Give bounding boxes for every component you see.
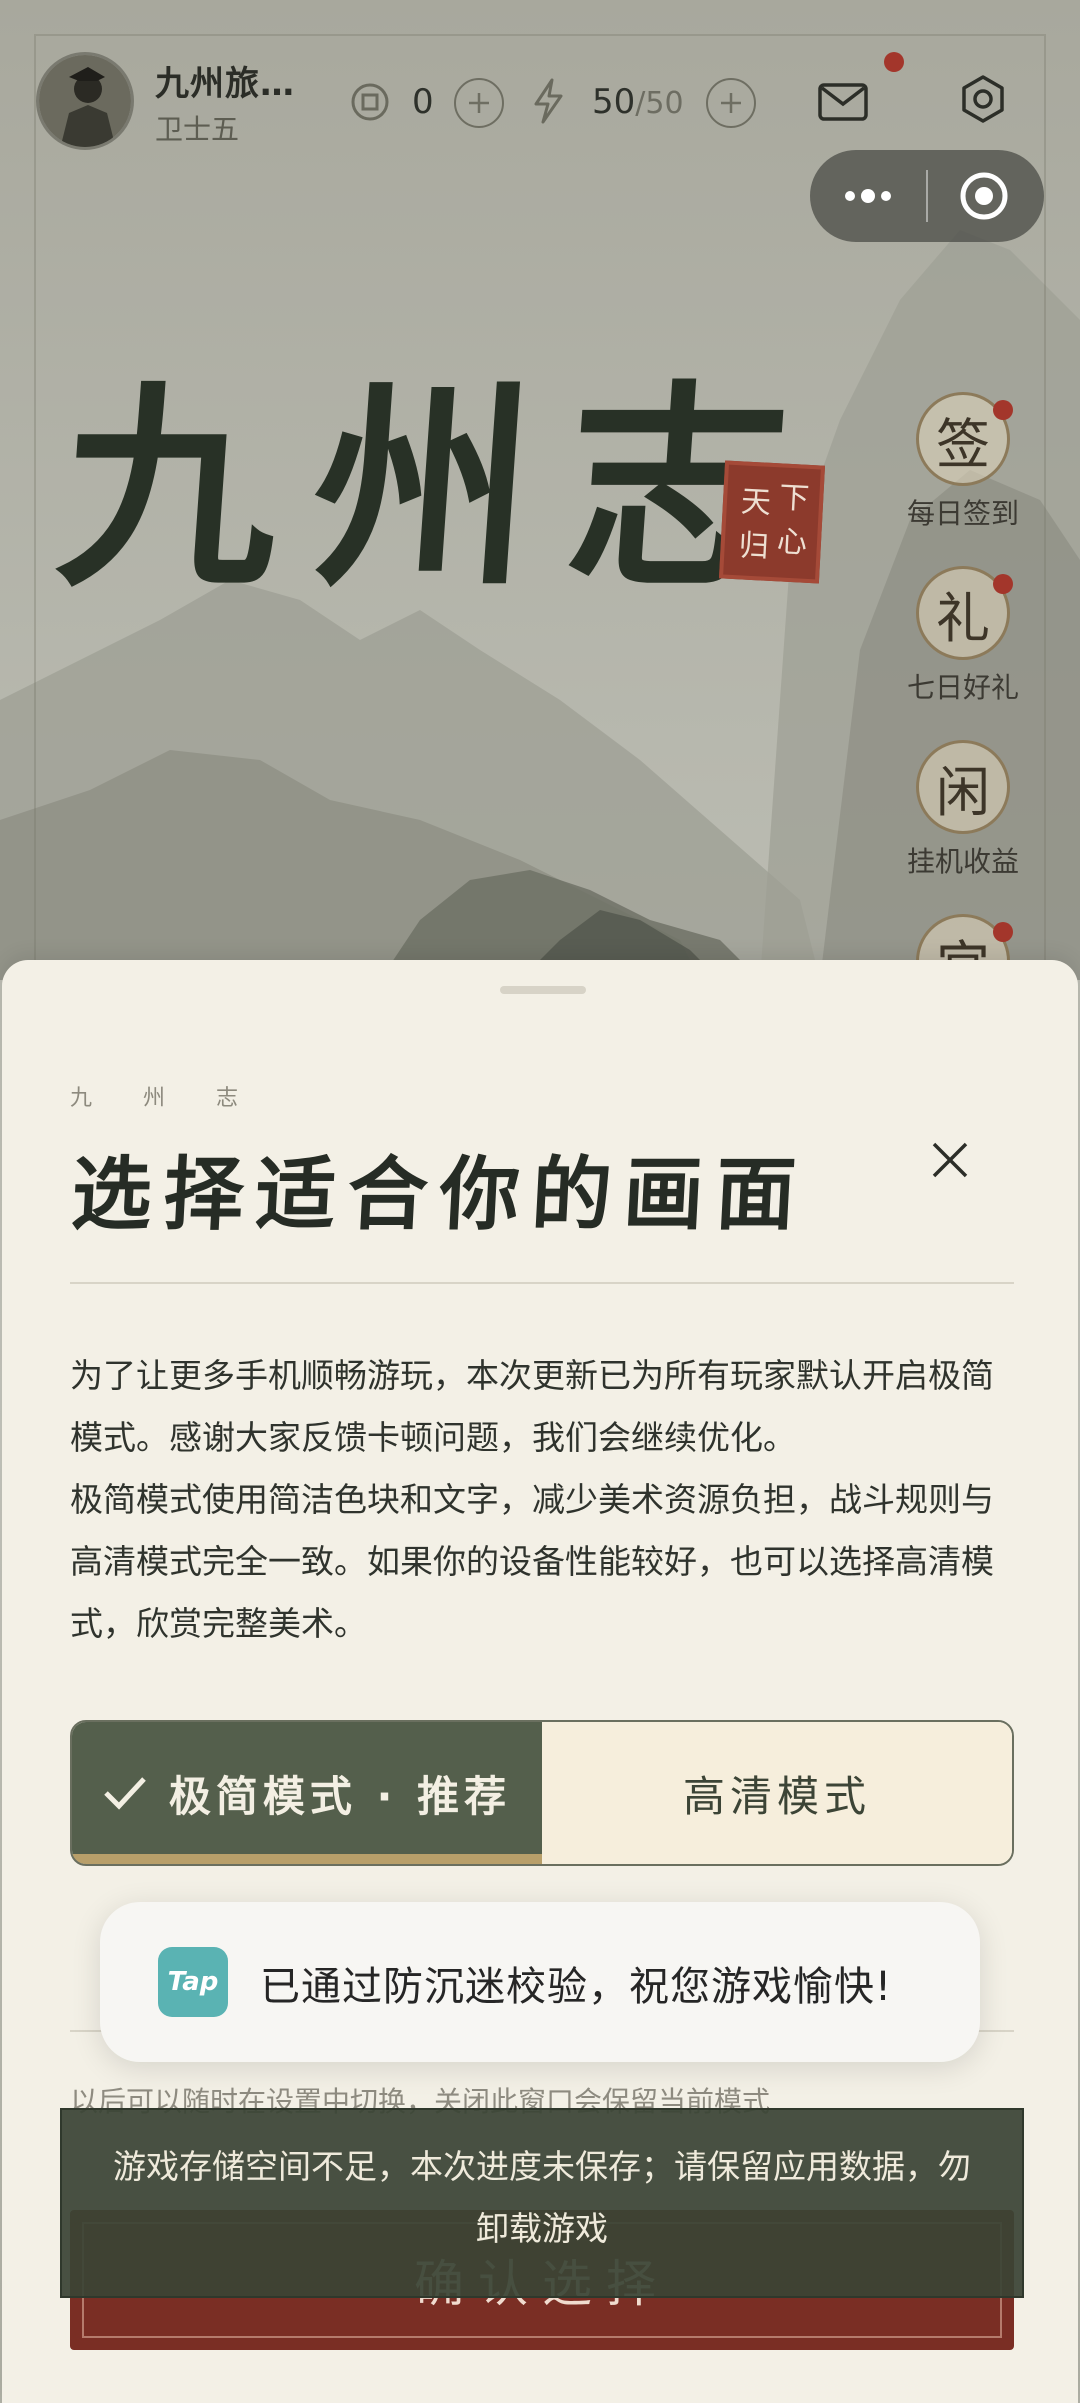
capsule-divider xyxy=(926,170,928,222)
coin-icon xyxy=(351,83,389,121)
player-rank: 卫士五 xyxy=(155,113,240,146)
selected-underline xyxy=(72,1854,542,1864)
signin-badge xyxy=(993,400,1013,420)
toast-message: 已通过防沉迷校验，祝您游戏愉快! xyxy=(260,1964,893,2010)
gift-badge xyxy=(993,574,1013,594)
seal-char: 天 xyxy=(740,484,772,521)
simple-mode-label: 极简模式 · 推荐 xyxy=(168,1771,512,1821)
check-icon xyxy=(103,1775,147,1811)
hd-mode-label: 高清模式 xyxy=(682,1771,871,1821)
sheet-title: 选择适合你的画面 xyxy=(69,1147,811,1241)
sheet-description: 为了让更多手机顺畅游玩，本次更新已为所有玩家默认开启极简模式。感谢大家反馈卡顿问… xyxy=(70,1345,1020,1655)
gift-label: 七日好礼 xyxy=(906,671,1019,704)
seal-char: 下 xyxy=(778,480,811,517)
player-name: 九州旅… xyxy=(155,64,295,104)
game-title: 九州志 xyxy=(51,361,831,617)
storage-warning-banner: 游戏存储空间不足，本次进度未保存；请保留应用数据，勿卸载游戏 xyxy=(60,2108,1024,2298)
energy-value: 50/50 xyxy=(592,82,684,122)
seal-stamp: 天 下 归 心 xyxy=(718,460,826,584)
close-icon xyxy=(932,1142,968,1178)
idle-label: 挂机收益 xyxy=(906,845,1019,878)
description-paragraph: 为了让更多手机顺畅游玩，本次更新已为所有玩家默认开启极简模式。感谢大家反馈卡顿问… xyxy=(70,1356,994,1457)
sheet-grabber[interactable] xyxy=(500,986,586,994)
mail-icon[interactable] xyxy=(817,80,869,124)
add-energy-button[interactable] xyxy=(706,78,756,128)
more-icon[interactable] xyxy=(840,180,896,212)
lightning-icon xyxy=(534,78,563,124)
avatar[interactable] xyxy=(36,52,134,150)
palace-badge xyxy=(993,922,1013,942)
title-divider xyxy=(70,1282,1014,1284)
taptap-logo: Tap xyxy=(158,1947,228,2017)
idle-income-button[interactable]: 闲 挂机收益 xyxy=(893,740,1033,880)
energy-current: 50 xyxy=(592,82,636,122)
energy-max: /50 xyxy=(635,86,684,121)
coin-count: 0 xyxy=(412,82,434,122)
anti-addiction-toast: Tap 已通过防沉迷校验，祝您游戏愉快! xyxy=(100,1902,980,2062)
mode-switch: 极简模式 · 推荐 高清模式 xyxy=(70,1720,1014,1866)
add-coins-button[interactable] xyxy=(454,78,504,128)
description-paragraph: 极简模式使用简洁色块和文字，减少美术资源负担，战斗规则与高清模式完全一致。如果你… xyxy=(70,1480,994,1643)
gear-icon[interactable] xyxy=(958,74,1008,124)
simple-mode-option[interactable]: 极简模式 · 推荐 xyxy=(72,1722,542,1864)
seal-char: 心 xyxy=(776,524,808,561)
signin-label: 每日签到 xyxy=(906,497,1019,530)
hd-mode-option[interactable]: 高清模式 xyxy=(542,1722,1012,1864)
exit-target-icon[interactable] xyxy=(958,170,1010,222)
mail-badge xyxy=(884,52,904,72)
idle-icon: 闲 xyxy=(916,740,1010,834)
brand-label: 九 州 志 xyxy=(70,1086,260,1111)
seal-char: 归 xyxy=(737,528,770,565)
miniprogram-capsule xyxy=(810,150,1044,242)
close-button[interactable] xyxy=(910,1120,990,1200)
